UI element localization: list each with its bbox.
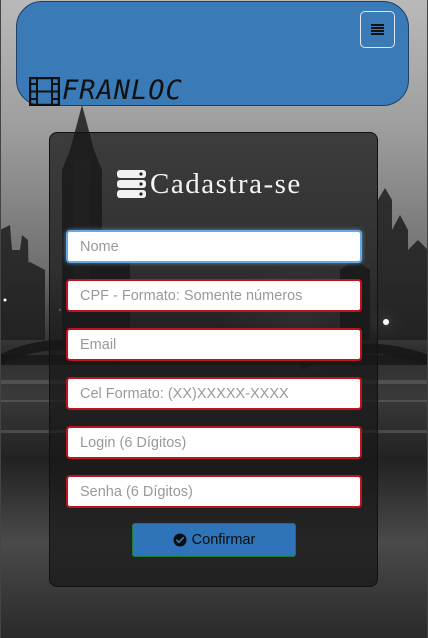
check-circle-icon [173, 533, 187, 547]
brand-name: FRANLOC [62, 75, 183, 106]
frame-left-border [0, 0, 1, 638]
film-icon [29, 77, 60, 106]
menu-toggle-button[interactable] [360, 11, 395, 48]
server-icon [117, 170, 146, 198]
login-input[interactable] [66, 426, 362, 459]
confirm-button-label: Confirmar [191, 532, 256, 548]
senha-input[interactable] [66, 475, 362, 508]
nome-input[interactable] [66, 230, 362, 263]
form-title: Cadastra-se [150, 168, 302, 200]
brand-logo[interactable]: FRANLOC [29, 72, 183, 106]
hamburger-icon [371, 24, 384, 35]
page: FRANLOC Cadastra-se Confirmar [0, 0, 428, 638]
cpf-input[interactable] [66, 279, 362, 312]
email-input[interactable] [66, 328, 362, 361]
form-heading: Cadastra-se [116, 167, 302, 201]
register-form-card: Cadastra-se Confirmar [49, 132, 378, 587]
confirm-button[interactable]: Confirmar [132, 523, 296, 557]
celular-input[interactable] [66, 377, 362, 410]
